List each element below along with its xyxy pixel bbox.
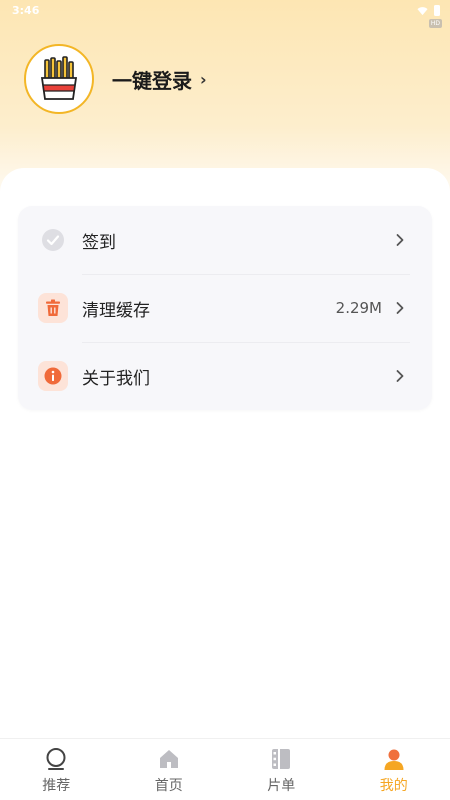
tab-label: 推荐 <box>42 778 71 794</box>
battery-icon <box>434 4 440 16</box>
menu-item-clear-cache[interactable]: 清理缓存 2.29M <box>18 274 432 342</box>
tab-home[interactable]: 首页 <box>113 739 226 800</box>
tab-label: 我的 <box>379 778 408 794</box>
menu-item-checkin[interactable]: 签到 <box>18 206 432 274</box>
check-circle-icon <box>38 225 68 255</box>
tab-mine[interactable]: 我的 <box>338 739 450 800</box>
cache-size-value: 2.29M <box>335 299 382 317</box>
tab-label: 首页 <box>154 778 183 794</box>
bottom-tab-bar: 推荐 首页 片单 我的 <box>0 738 450 800</box>
profile-section: 一键登录 › <box>24 44 207 114</box>
home-icon <box>157 747 181 771</box>
wifi-icon <box>417 6 428 15</box>
avatar[interactable] <box>24 44 94 114</box>
user-icon <box>382 747 406 771</box>
login-link[interactable]: 一键登录 › <box>112 65 207 94</box>
status-bar: 3:46 <box>0 0 450 20</box>
circle-icon <box>44 747 68 771</box>
status-time: 3:46 <box>12 3 40 17</box>
tab-label: 片单 <box>267 778 296 794</box>
tab-recommend[interactable]: 推荐 <box>0 739 113 800</box>
hd-badge: HD <box>428 19 442 28</box>
tab-film-list[interactable]: 片单 <box>225 739 338 800</box>
chevron-right-icon <box>396 302 404 314</box>
menu-card: 签到 清理缓存 2.29M 关于我们 <box>18 206 432 410</box>
menu-item-label: 签到 <box>82 232 116 253</box>
trash-icon <box>38 293 68 323</box>
film-list-icon <box>269 747 293 771</box>
chevron-right-icon: › <box>200 69 207 89</box>
chevron-right-icon <box>396 234 404 246</box>
menu-item-label: 清理缓存 <box>82 300 150 321</box>
login-label: 一键登录 <box>112 68 192 93</box>
info-icon <box>38 361 68 391</box>
fries-icon <box>40 56 78 100</box>
menu-item-about[interactable]: 关于我们 <box>18 342 432 410</box>
menu-item-label: 关于我们 <box>82 368 150 389</box>
chevron-right-icon <box>396 370 404 382</box>
status-icons <box>417 4 440 16</box>
